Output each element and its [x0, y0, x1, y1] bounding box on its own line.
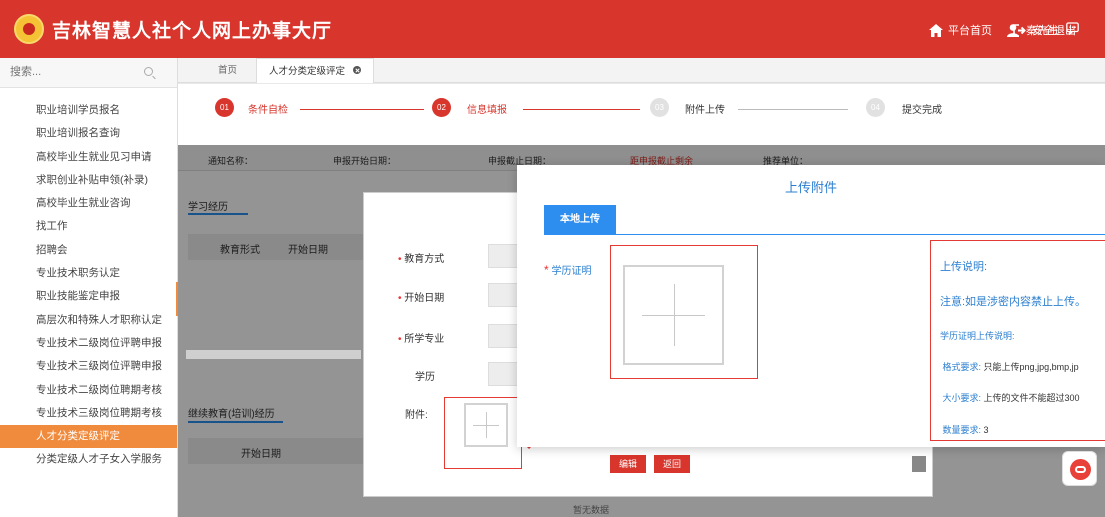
tab-bar: 首页 人才分类定级评定	[178, 58, 1105, 83]
sidebar-item[interactable]: 专业技术职务认定	[0, 262, 177, 285]
logout-icon	[1013, 23, 1027, 37]
count-label: 数量要求:	[942, 425, 982, 435]
edu-method-text: 教育方式	[404, 254, 445, 265]
home-link[interactable]: 平台首页	[929, 22, 992, 38]
step-4-label: 提交完成	[902, 105, 942, 116]
step-3-number: 03	[650, 98, 669, 117]
sidebar-item[interactable]: 招聘会	[0, 239, 177, 262]
step-1-label: 条件自检	[248, 105, 288, 116]
back-button[interactable]: 返回	[654, 455, 691, 473]
sidebar-item[interactable]: 高校毕业生就业见习申请	[0, 146, 177, 169]
step-2-label: 信息填报	[467, 105, 507, 116]
sidebar-item[interactable]: 高校毕业生就业咨询	[0, 192, 177, 215]
format-label: 格式要求:	[942, 362, 982, 372]
app-title: 吉林智慧人社个人网上办事大厅	[52, 21, 333, 42]
tab-current-label: 人才分类定级评定	[269, 66, 346, 77]
sidebar-search	[0, 58, 177, 88]
format-value: 只能上传png,jpg,bmp,jp	[983, 362, 1079, 372]
degree-label: 学历	[415, 372, 435, 383]
attachment-label: 附件:	[405, 410, 428, 421]
sidebar-item[interactable]: 专业技术二级岗位评聘申报	[0, 332, 177, 355]
step-connector	[738, 109, 848, 110]
dialog-title: 上传附件	[784, 180, 837, 195]
start-date-text: 开始日期	[404, 293, 445, 304]
size-requirement: 大小要求: 上传的文件不能超过300	[940, 391, 1080, 404]
info-warning: 注意:如是涉密内容禁止上传。	[940, 296, 1087, 308]
edu-method-label: • 教育方式	[398, 254, 445, 265]
progress-steps: 01 条件自检 02 信息填报 03 附件上传 04 提交完成	[178, 84, 1105, 134]
format-requirement: 格式要求: 只能上传png,jpg,bmp,jp	[940, 360, 1079, 373]
highlight-box	[444, 397, 522, 469]
start-date-label: • 开始日期	[398, 293, 445, 304]
upload-add-button[interactable]	[623, 265, 724, 365]
step-connector	[300, 109, 424, 110]
sidebar-item[interactable]: 职业培训报名查询	[0, 122, 177, 145]
major-text: 所学专业	[404, 334, 445, 345]
info-heading: 上传说明:	[940, 261, 988, 273]
home-link-label: 平台首页	[948, 25, 992, 37]
logout-link[interactable]: 安全退出	[1013, 22, 1076, 38]
scroll-down-arrow[interactable]	[912, 456, 926, 472]
tab-current[interactable]: 人才分类定级评定	[256, 58, 375, 83]
sidebar-item[interactable]: 专业技术二级岗位聘期考核	[0, 379, 177, 402]
sidebar-menu: 职业培训学员报名 职业培训报名查询 高校毕业生就业见习申请 求职创业补贴申领(补…	[0, 99, 177, 472]
count-requirement: 数量要求: 3	[940, 423, 989, 436]
field-label: * 学历证明	[544, 263, 592, 277]
info-sub: 学历证明上传说明:	[940, 331, 1015, 341]
sidebar-item[interactable]: 求职创业补贴申领(补录)	[0, 169, 177, 192]
step-4-number: 04	[866, 98, 885, 117]
field-label-text: 学历证明	[551, 266, 592, 277]
top-header: 吉林智慧人社个人网上办事大厅 平台首页 秦先生	[0, 0, 1105, 58]
size-value: 上传的文件不能超过300	[983, 393, 1080, 403]
home-icon	[929, 23, 943, 37]
tab-local-upload[interactable]: 本地上传	[544, 205, 616, 234]
major-label: • 所学专业	[398, 334, 445, 345]
tab-home[interactable]: 首页	[206, 58, 249, 83]
sidebar-item[interactable]: 分类定级人才子女入学服务	[0, 448, 177, 471]
count-value: 3	[983, 425, 989, 435]
step-3-label: 附件上传	[685, 105, 725, 116]
logout-label: 安全退出	[1032, 25, 1076, 37]
step-connector	[523, 109, 640, 110]
sidebar-item[interactable]: 找工作	[0, 215, 177, 238]
sidebar-item-active[interactable]: 人才分类定级评定	[0, 425, 177, 449]
upload-attachment-dialog: 上传附件 本地上传 * 学历证明 上传说明: 注意:如是涉密内容禁止上传。 学历…	[517, 165, 1105, 447]
sidebar-item[interactable]: 专业技术三级岗位评聘申报	[0, 355, 177, 378]
tab-underline	[544, 234, 1105, 235]
edit-button[interactable]: 编辑	[610, 455, 647, 473]
sidebar-item[interactable]: 职业培训学员报名	[0, 99, 177, 122]
size-label: 大小要求:	[942, 393, 982, 403]
step-1-number: 01	[215, 98, 234, 117]
upload-instructions: 上传说明: 注意:如是涉密内容禁止上传。 学历证明上传说明: 格式要求: 只能上…	[930, 240, 1105, 441]
close-icon[interactable]	[353, 66, 362, 74]
sidebar-item[interactable]: 专业技术三级岗位聘期考核	[0, 402, 177, 425]
step-2-number: 02	[432, 98, 451, 117]
sidebar-item[interactable]: 职业技能鉴定申报	[0, 285, 177, 308]
sidebar: 职业培训学员报名 职业培训报名查询 高校毕业生就业见习申请 求职创业补贴申领(补…	[0, 58, 178, 517]
search-input[interactable]	[0, 58, 140, 86]
customer-service-button[interactable]	[1062, 451, 1097, 486]
chat-icon	[1070, 459, 1091, 480]
emblem-logo	[14, 14, 44, 44]
table-scrollbar[interactable]	[186, 350, 361, 359]
sidebar-item[interactable]: 高层次和特殊人才职称认定	[0, 309, 177, 332]
search-icon[interactable]	[144, 67, 153, 76]
